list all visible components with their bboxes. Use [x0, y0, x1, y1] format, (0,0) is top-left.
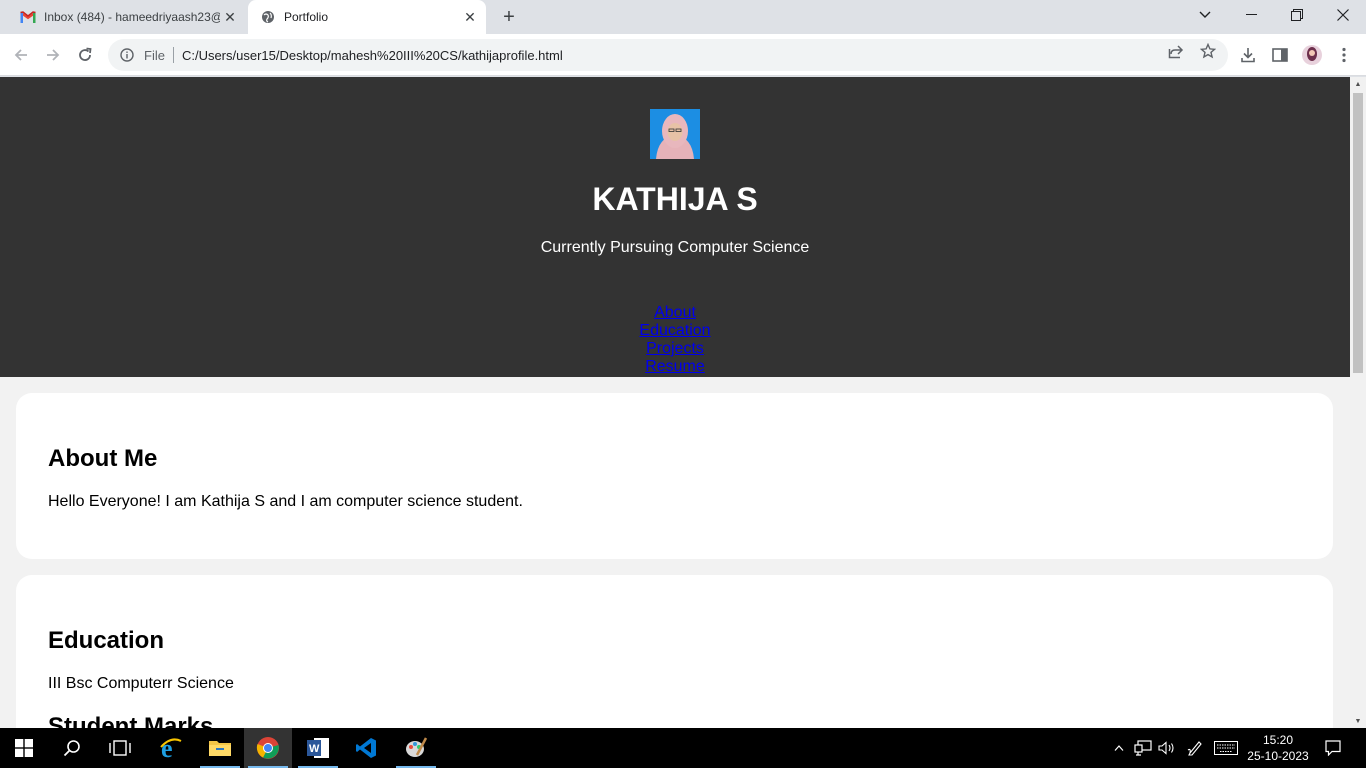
menu-kebab-icon[interactable]	[1329, 40, 1359, 70]
file-explorer-icon[interactable]	[196, 728, 244, 768]
student-marks-heading: Student Marks	[48, 713, 214, 728]
profile-avatar[interactable]	[1297, 40, 1327, 70]
tab-portfolio[interactable]: Portfolio ✕	[248, 0, 486, 34]
gmail-icon	[20, 9, 36, 25]
nav-link-projects[interactable]: Projects	[0, 340, 1350, 358]
about-heading: About Me	[48, 445, 158, 472]
address-bar[interactable]: File C:/Users/user15/Desktop/mahesh%20II…	[108, 39, 1228, 71]
internet-explorer-icon[interactable]: e	[147, 728, 195, 768]
site-name: KATHIJA S	[592, 181, 758, 217]
info-icon[interactable]	[118, 46, 136, 64]
pen-icon[interactable]	[1184, 728, 1206, 768]
tab-strip: Inbox (484) - hameedriyaash23@ ✕ Portfol…	[0, 0, 1366, 34]
education-text: III Bsc Computerr Science	[48, 675, 234, 692]
system-clock[interactable]: 15:20 25-10-2023	[1242, 732, 1314, 764]
site-tagline: Currently Pursuing Computer Science	[540, 239, 810, 256]
volume-icon[interactable]	[1156, 728, 1178, 768]
minimize-button[interactable]	[1228, 0, 1274, 30]
globe-icon	[260, 9, 276, 25]
site-header: KATHIJA S Currently Pursuing Computer Sc…	[0, 77, 1350, 377]
url-text[interactable]: C:/Users/user15/Desktop/mahesh%20III%20C…	[182, 48, 563, 63]
about-text: Hello Everyone! I am Kathija S and I am …	[48, 493, 523, 510]
chrome-icon[interactable]	[244, 728, 292, 768]
clock-date: 25-10-2023	[1247, 749, 1309, 763]
scroll-up-arrow-icon[interactable]: ▲	[1350, 77, 1366, 91]
new-tab-button[interactable]: +	[496, 5, 522, 29]
back-button[interactable]	[6, 40, 36, 70]
network-icon[interactable]	[1132, 728, 1154, 768]
task-view-icon[interactable]	[96, 728, 144, 768]
word-icon[interactable]: W	[294, 728, 342, 768]
share-icon[interactable]	[1167, 42, 1185, 60]
show-hidden-icons-icon[interactable]	[1110, 728, 1128, 768]
scheme-label: File	[144, 47, 165, 63]
clock-time: 15:20	[1262, 733, 1294, 747]
side-panel-icon[interactable]	[1265, 40, 1295, 70]
close-icon[interactable]: ✕	[460, 7, 480, 27]
education-heading: Education	[48, 627, 165, 654]
tab-title: Inbox (484) - hameedriyaash23@	[44, 10, 220, 24]
taskbar: e W 15:20 25-10-2023	[0, 728, 1366, 768]
bookmark-star-icon[interactable]	[1199, 42, 1217, 60]
reload-button[interactable]	[70, 40, 100, 70]
page-scrollbar[interactable]: ▲ ▼	[1350, 77, 1366, 728]
close-window-button[interactable]	[1320, 0, 1366, 30]
profile-photo	[650, 109, 700, 159]
scroll-down-arrow-icon[interactable]: ▼	[1350, 714, 1366, 728]
tab-gmail[interactable]: Inbox (484) - hameedriyaash23@ ✕	[8, 0, 246, 34]
scroll-thumb[interactable]	[1353, 93, 1363, 373]
separator	[172, 47, 174, 63]
search-icon[interactable]	[48, 728, 96, 768]
download-icon[interactable]	[1233, 40, 1263, 70]
svg-text:W: W	[309, 743, 320, 755]
education-section: Education III Bsc Computerr Science Stud…	[16, 575, 1333, 728]
tab-search-icon[interactable]	[1182, 0, 1228, 30]
browser-toolbar: File C:/Users/user15/Desktop/mahesh%20II…	[0, 34, 1366, 76]
tab-title: Portfolio	[284, 10, 329, 24]
nav-link-about[interactable]: About	[0, 304, 1350, 322]
vscode-icon[interactable]	[342, 728, 390, 768]
forward-button[interactable]	[38, 40, 68, 70]
restore-button[interactable]	[1274, 0, 1320, 30]
keyboard-icon[interactable]	[1212, 728, 1240, 768]
page-viewport: KATHIJA S Currently Pursuing Computer Sc…	[0, 77, 1350, 728]
notifications-icon[interactable]	[1320, 728, 1346, 768]
nav-link-education[interactable]: Education	[0, 322, 1350, 340]
nav-link-resume[interactable]: Resume	[0, 358, 1350, 376]
windows-start-icon[interactable]	[0, 728, 48, 768]
about-section: About Me Hello Everyone! I am Kathija S …	[16, 393, 1333, 559]
close-icon[interactable]: ✕	[220, 7, 240, 27]
site-nav: About Education Projects Resume	[0, 304, 1350, 376]
paint-icon[interactable]	[392, 728, 440, 768]
